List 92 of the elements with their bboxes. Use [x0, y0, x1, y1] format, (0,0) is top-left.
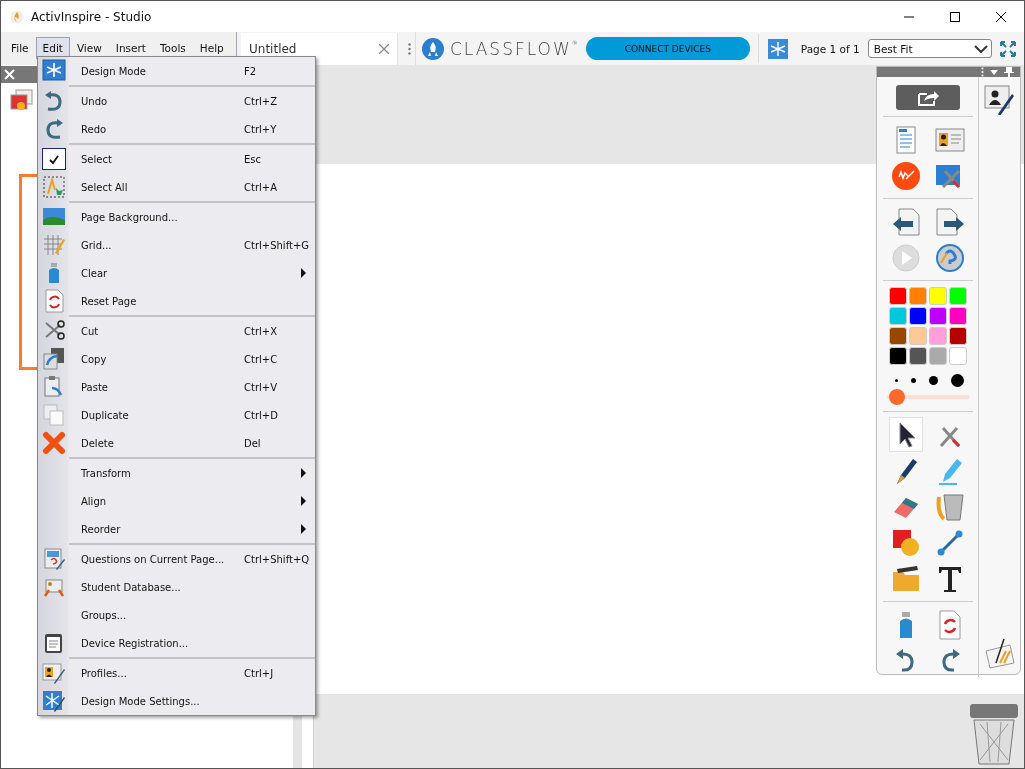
color-swatch[interactable]	[928, 307, 947, 325]
menu-item[interactable]: Clear	[38, 259, 315, 287]
color-swatch[interactable]	[948, 327, 967, 345]
color-swatch[interactable]	[908, 327, 927, 345]
snowflake-icon[interactable]	[766, 37, 789, 60]
menu-item[interactable]: File	[4, 36, 36, 59]
pointer-button[interactable]	[889, 418, 922, 451]
menu-item[interactable]: Align	[38, 487, 315, 515]
menu-item[interactable]: Redo Ctrl+Y	[38, 115, 315, 143]
rocket-icon	[422, 37, 444, 60]
checkmark-icon	[48, 154, 59, 164]
menu-item[interactable]: Duplicate Ctrl+D	[38, 401, 315, 429]
shortcut-label: F2	[244, 65, 258, 77]
classflow-logo: CLASSFLOW$^{®}$	[450, 38, 580, 59]
question-globe-icon[interactable]	[934, 242, 965, 273]
menu-item[interactable]: Grid... Ctrl+Shift+G	[38, 231, 315, 259]
color-swatch[interactable]	[908, 347, 927, 365]
menu-item[interactable]: Delete Del	[38, 429, 315, 457]
menu-item[interactable]: Design Mode Settings...	[38, 687, 315, 715]
menu-item[interactable]: Profiles... Ctrl+J	[38, 659, 315, 687]
menu-item[interactable]: View	[69, 36, 109, 59]
flame-icon	[10, 9, 24, 24]
color-swatch[interactable]	[948, 347, 967, 365]
next-page-icon[interactable]	[934, 206, 965, 237]
page-indicator: Page 1 of 1	[800, 42, 860, 55]
pen-width-dot[interactable]	[895, 378, 898, 382]
trash-can-icon[interactable]	[968, 704, 1020, 766]
menu-item[interactable]: Reset Page	[38, 287, 315, 315]
pen-width-dot[interactable]	[951, 373, 964, 387]
shapes-icon	[890, 527, 921, 558]
menu-item[interactable]: Help	[192, 36, 231, 59]
page-stack-icon[interactable]	[10, 89, 34, 113]
color-swatch[interactable]	[888, 347, 907, 365]
more-icon	[408, 42, 411, 55]
maximize-icon	[950, 11, 960, 22]
share-icon	[916, 89, 939, 106]
tab-title: Untitled	[249, 42, 297, 56]
menu-item[interactable]: Undo Ctrl+Z	[38, 87, 315, 115]
menu-item[interactable]: Select All Ctrl+A	[38, 173, 315, 201]
color-swatch[interactable]	[928, 287, 947, 305]
shortcut-label: Ctrl+D	[244, 409, 279, 421]
caret-icon[interactable]	[990, 69, 998, 75]
color-swatch[interactable]	[888, 307, 907, 325]
pen-width-dot[interactable]	[929, 375, 938, 385]
profile-pen-icon[interactable]	[983, 83, 1016, 115]
menu-item[interactable]: Cut Ctrl+X	[38, 317, 315, 345]
menu-item[interactable]: Device Registration...	[38, 629, 315, 657]
color-swatch[interactable]	[888, 287, 907, 305]
menu-item[interactable]: Groups...	[38, 601, 315, 629]
annotate-icon[interactable]	[983, 637, 1016, 669]
window-title: ActivInspire - Studio	[31, 9, 153, 24]
menu-item[interactable]: Student Database...	[38, 573, 315, 601]
paint-bucket-icon	[934, 491, 965, 522]
fullscreen-icon[interactable]	[998, 39, 1017, 58]
menu-item[interactable]: Copy Ctrl+C	[38, 345, 315, 373]
menu-item[interactable]: Questions on Current Page... Ctrl+Shift+Q	[38, 545, 315, 573]
slider-thumb[interactable]	[889, 389, 906, 405]
menu-item[interactable]: Edit	[35, 36, 70, 59]
menu-item[interactable]: Insert	[108, 36, 153, 59]
menu-item[interactable]: Transform	[38, 459, 315, 487]
close-icon[interactable]	[379, 44, 389, 54]
chevron-down-icon	[973, 44, 988, 53]
menu-item[interactable]: Reorder	[38, 515, 315, 543]
color-swatch[interactable]	[928, 327, 947, 345]
pin-icon[interactable]	[1004, 67, 1014, 77]
shortcut-label: Del	[244, 437, 262, 449]
pen-circle-icon[interactable]	[890, 160, 921, 191]
shortcut-label: Ctrl+Y	[244, 123, 278, 135]
media-folder-icon	[890, 563, 921, 594]
share-button[interactable]	[895, 85, 960, 110]
menu-item[interactable]: Paste Ctrl+V	[38, 373, 315, 401]
menu-item[interactable]: Select Esc	[38, 145, 315, 173]
shortcut-label: Ctrl+C	[244, 353, 279, 365]
menu-item[interactable]: Tools	[152, 36, 193, 59]
more-icon[interactable]	[981, 67, 984, 77]
color-swatch[interactable]	[888, 327, 907, 345]
pen-width-dot[interactable]	[911, 377, 916, 383]
color-swatch[interactable]	[928, 347, 947, 365]
color-swatch[interactable]	[948, 287, 967, 305]
zoom-dropdown[interactable]: Best Fit	[867, 39, 992, 58]
color-swatch[interactable]	[908, 307, 927, 325]
color-swatch[interactable]	[948, 307, 967, 325]
shortcut-label: Ctrl+Z	[244, 95, 279, 107]
connect-devices-button[interactable]: CONNECT DEVICES	[585, 37, 750, 60]
menu-item[interactable]: Page Background...	[38, 203, 315, 231]
color-swatch[interactable]	[908, 287, 927, 305]
shortcut-label: Ctrl+A	[244, 181, 278, 193]
shortcut-label: Ctrl+X	[244, 325, 279, 337]
close-icon	[996, 11, 1006, 22]
shortcut-label: Ctrl+J	[244, 667, 275, 679]
shortcut-label: Esc	[244, 153, 263, 165]
shortcut-label: Ctrl+V	[244, 381, 278, 393]
